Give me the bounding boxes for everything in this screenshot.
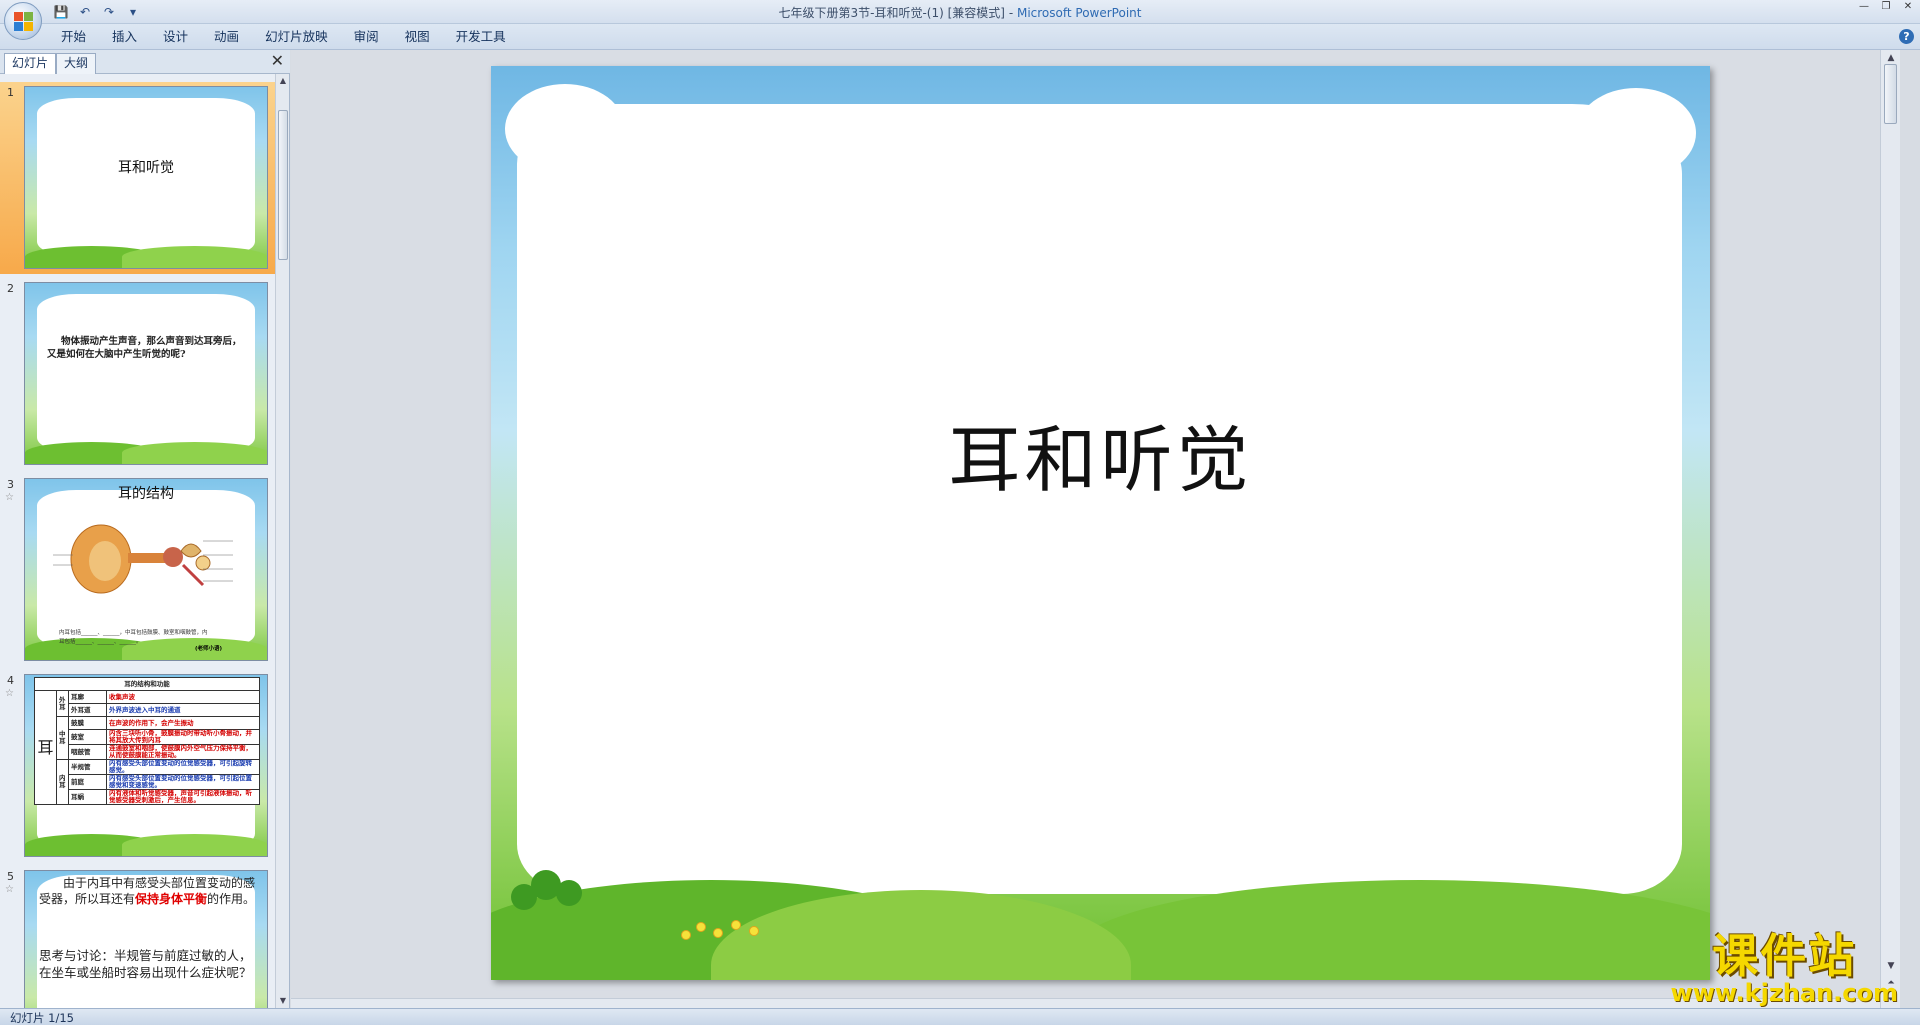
slide-caption: 内耳包括______、______，中耳包括鼓膜、鼓室和咽鼓管，内耳包括____… — [59, 630, 208, 645]
slide-preview: 耳的结构和功能 耳 外耳 耳廓 收集声波 外耳道 外界声波进入中耳的通道 中耳 … — [24, 674, 268, 857]
tab-home[interactable]: 开始 — [48, 29, 99, 45]
restore-icon[interactable]: ❐ — [1878, 0, 1894, 14]
app-name: Microsoft PowerPoint — [1016, 6, 1142, 20]
tab-view[interactable]: 视图 — [392, 29, 443, 45]
close-icon[interactable]: ✕ — [1900, 0, 1916, 14]
tab-slides[interactable]: 幻灯片 — [4, 53, 57, 74]
thumbnail-scrollbar[interactable]: ▲ ▼ — [275, 74, 289, 1008]
window-title: 七年级下册第3节-耳和听觉-(1) [兼容模式] - Microsoft Pow… — [778, 6, 1142, 20]
slide-title[interactable]: 耳和听觉 — [491, 401, 1710, 506]
office-button[interactable] — [4, 2, 42, 40]
editor-horizontal-scrollbar[interactable] — [291, 998, 1880, 1008]
slide-thumbnail-4[interactable]: 4 ☆ 耳的结构和功能 耳 外耳 耳廓 收集声波 外耳道 外界声波进入中耳的通道 — [0, 670, 276, 862]
ear-structure-table: 耳的结构和功能 耳 外耳 耳廓 收集声波 外耳道 外界声波进入中耳的通道 中耳 … — [34, 677, 260, 805]
site-watermark: 课件站 www.kjzhan.com — [1671, 931, 1898, 1005]
slide-body-text: 由于内耳中有感受头部位置变动的感受器，所以耳还有保持身体平衡的作用。 — [39, 876, 256, 906]
animation-star-icon: ☆ — [5, 688, 14, 699]
slide-thumbnail-1[interactable]: 1 耳和听觉 — [0, 82, 276, 274]
table-row: 中耳 鼓膜 在声波的作用下，会产生振动 — [35, 716, 260, 760]
animation-star-icon: ☆ — [5, 884, 14, 895]
slide-discussion-text: 思考与讨论：半规管与前庭过敏的人，在坐车或坐船时容易出现什么症状呢？ — [39, 948, 252, 980]
slide-number: 4 — [7, 674, 14, 687]
status-bar: 幻灯片 1/15 — [0, 1008, 1920, 1025]
table-row: 咽鼓管 连通鼓室和咽部，使鼓膜内外空气压力保持平衡，从而使鼓膜能正常振动。 — [35, 744, 260, 760]
slide-number: 3 — [7, 478, 14, 491]
table-row: 外耳道 外界声波进入中耳的通道 — [35, 703, 260, 717]
scrollbar-thumb[interactable] — [278, 110, 288, 260]
slide-background — [491, 66, 1710, 980]
tab-animations[interactable]: 动画 — [201, 29, 252, 45]
scroll-up-icon[interactable]: ▲ — [276, 74, 290, 88]
help-icon[interactable]: ? — [1899, 29, 1914, 44]
slides-panel: 幻灯片 大纲 ✕ 1 耳和听觉 2 物体振动产生声音，那么声音到达耳旁后，又是如… — [0, 50, 290, 1008]
title-bar: 💾 ↶ ↷ ▾ 七年级下册第3节-耳和听觉-(1) [兼容模式] - Micro… — [0, 0, 1920, 24]
tab-slideshow[interactable]: 幻灯片放映 — [252, 29, 341, 45]
table-title: 耳的结构和功能 — [34, 677, 260, 691]
tab-review[interactable]: 审阅 — [341, 29, 392, 45]
slide-title: 耳和听觉 — [118, 160, 174, 176]
table-row: 鼓室 内含三块听小骨，鼓膜振动时带动听小骨振动，并将其放大传到内耳 — [35, 729, 260, 745]
slide-preview: 物体振动产生声音，那么声音到达耳旁后，又是如何在大脑中产生听觉的呢? — [24, 282, 268, 465]
slide-editor: 耳和听觉 ▲ ▼ ⏶ ⏷ — [291, 50, 1900, 1008]
slide-preview: 由于内耳中有感受头部位置变动的感受器，所以耳还有保持身体平衡的作用。 思考与讨论… — [24, 870, 268, 1008]
tab-design[interactable]: 设计 — [150, 29, 201, 45]
office-logo-icon — [14, 12, 34, 32]
table-row: 前庭 内有感受头部位置变动的位觉感受器，可引起位置感觉和变速感觉。 — [35, 774, 260, 790]
table-row: 耳蜗 内有液体和听觉感受器，声音可引起液体振动，听觉感受器受刺激后，产生信息。 — [35, 789, 260, 805]
slide-number: 2 — [7, 282, 14, 295]
slide-thumbnail-3[interactable]: 3 ☆ 耳的结构 内耳包括______、______，中耳包括鼓膜、鼓室和咽鼓管… — [0, 474, 276, 666]
scrollbar-thumb[interactable] — [1884, 64, 1897, 124]
window-controls: — ❐ ✕ — [1856, 0, 1916, 14]
tab-outline[interactable]: 大纲 — [56, 53, 97, 74]
animation-star-icon: ☆ — [5, 492, 14, 503]
tab-developer[interactable]: 开发工具 — [443, 29, 519, 45]
table-row: 耳 外耳 耳廓 收集声波 — [34, 690, 260, 805]
document-name: 七年级下册第3节-耳和听觉-(1) [兼容模式] — [778, 6, 1005, 20]
ear-diagram-image — [53, 524, 233, 594]
current-slide[interactable]: 耳和听觉 — [491, 66, 1710, 980]
panel-tabs: 幻灯片 大纲 ✕ — [0, 50, 290, 74]
slide-preview: 耳和听觉 — [24, 86, 268, 269]
slide-preview: 耳的结构 内耳包括______、______，中耳包括鼓膜、鼓室和咽鼓管，内耳包… — [24, 478, 268, 661]
slide-caption-note: (老师小语) — [195, 646, 223, 652]
tab-insert[interactable]: 插入 — [99, 29, 150, 45]
ribbon-tab-bar: 开始 插入 设计 动画 幻灯片放映 审阅 视图 开发工具 ? — [0, 24, 1920, 50]
slide-body-text: 物体振动产生声音，那么声音到达耳旁后，又是如何在大脑中产生听觉的呢? — [47, 336, 242, 360]
slide-number: 1 — [7, 86, 14, 99]
ear-label: 耳 — [34, 690, 57, 805]
watermark-url: www.kjzhan.com — [1670, 979, 1898, 1007]
slide-thumbnail-2[interactable]: 2 物体振动产生声音，那么声音到达耳旁后，又是如何在大脑中产生听觉的呢? — [0, 278, 276, 470]
minimize-icon[interactable]: — — [1856, 0, 1872, 14]
slide-thumbnail-list: 1 耳和听觉 2 物体振动产生声音，那么声音到达耳旁后，又是如何在大脑中产生听觉… — [0, 74, 276, 1008]
slide-counter: 幻灯片 1/15 — [10, 1011, 74, 1025]
table-row: 内耳 半规管 内有感受头部位置变动的位觉感受器，可引起旋转感觉。 — [35, 759, 260, 805]
slide-thumbnail-5[interactable]: 5 ☆ 由于内耳中有感受头部位置变动的感受器，所以耳还有保持身体平衡的作用。 思… — [0, 866, 276, 1008]
editor-scrollbar[interactable]: ▲ ▼ ⏶ ⏷ — [1880, 50, 1900, 1008]
slide-title: 耳的结构 — [118, 486, 174, 502]
slide-number: 5 — [7, 870, 14, 883]
watermark-text: 课件站 — [1712, 929, 1857, 983]
panel-close-icon[interactable]: ✕ — [271, 53, 284, 69]
scroll-down-icon[interactable]: ▼ — [276, 994, 290, 1008]
